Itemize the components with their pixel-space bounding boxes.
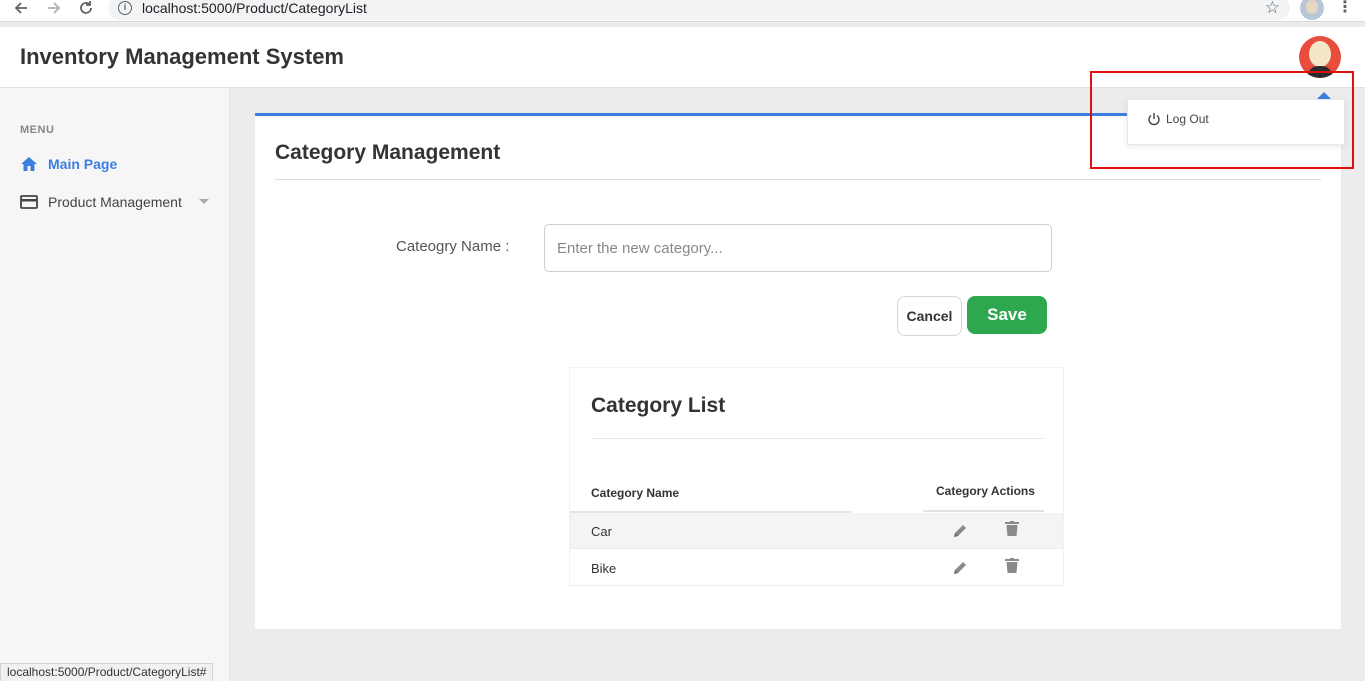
category-management-card: Category Management Cateogry Name : Canc…: [255, 113, 1341, 629]
card-icon: [20, 193, 38, 211]
forward-icon[interactable]: [43, 0, 65, 18]
trash-icon[interactable]: [1005, 521, 1019, 537]
status-bar-url: localhost:5000/Product/CategoryList#: [0, 663, 214, 681]
table-row: Bike: [570, 550, 1063, 586]
chevron-down-icon[interactable]: [199, 199, 209, 204]
column-header-category-actions[interactable]: Category Actions: [936, 484, 1035, 498]
sidebar-item-product-management[interactable]: Product Management: [20, 190, 182, 214]
page-title: Category Management: [275, 141, 501, 164]
kebab-menu-icon[interactable]: ⋮: [1337, 0, 1353, 18]
sidebar-item-main-page[interactable]: Main Page: [20, 152, 117, 176]
browser-toolbar: i localhost:5000/Product/CategoryList ☆ …: [0, 0, 1365, 22]
edit-pencil-icon[interactable]: [952, 523, 968, 539]
annotation-highlight-box: [1090, 71, 1354, 169]
avatar-face: [1309, 41, 1331, 67]
trash-icon[interactable]: [1005, 558, 1019, 574]
app-title: Inventory Management System: [20, 44, 344, 69]
back-icon[interactable]: [10, 0, 32, 18]
divider: [275, 179, 1321, 180]
address-url[interactable]: localhost:5000/Product/CategoryList: [142, 0, 367, 16]
edit-pencil-icon[interactable]: [952, 560, 968, 576]
sidebar: MENU Main Page Product Management: [0, 88, 230, 681]
save-button[interactable]: Save: [967, 296, 1047, 334]
address-bar[interactable]: i localhost:5000/Product/CategoryList ☆: [108, 0, 1290, 20]
table-row: Car: [570, 513, 1063, 549]
category-list-panel: Category List Category Name Category Act…: [569, 367, 1064, 586]
sidebar-item-label: Main Page: [48, 156, 118, 172]
bookmark-star-icon[interactable]: ☆: [1265, 0, 1280, 18]
divider: [591, 438, 1044, 439]
reload-icon[interactable]: [75, 0, 97, 18]
category-name-input[interactable]: [544, 224, 1052, 272]
browser-profile-avatar[interactable]: [1300, 0, 1324, 20]
category-name-label: Cateogry Name :: [396, 238, 510, 255]
header-underline: [923, 510, 1044, 512]
menu-label: MENU: [20, 124, 55, 136]
category-name-cell: Car: [591, 524, 612, 539]
sidebar-item-label: Product Management: [48, 194, 182, 210]
home-icon: [20, 155, 38, 173]
info-icon[interactable]: i: [118, 1, 132, 15]
cancel-button[interactable]: Cancel: [897, 296, 962, 336]
category-name-cell: Bike: [591, 561, 617, 576]
column-header-category-name[interactable]: Category Name: [591, 486, 679, 500]
category-list-title: Category List: [591, 394, 726, 417]
